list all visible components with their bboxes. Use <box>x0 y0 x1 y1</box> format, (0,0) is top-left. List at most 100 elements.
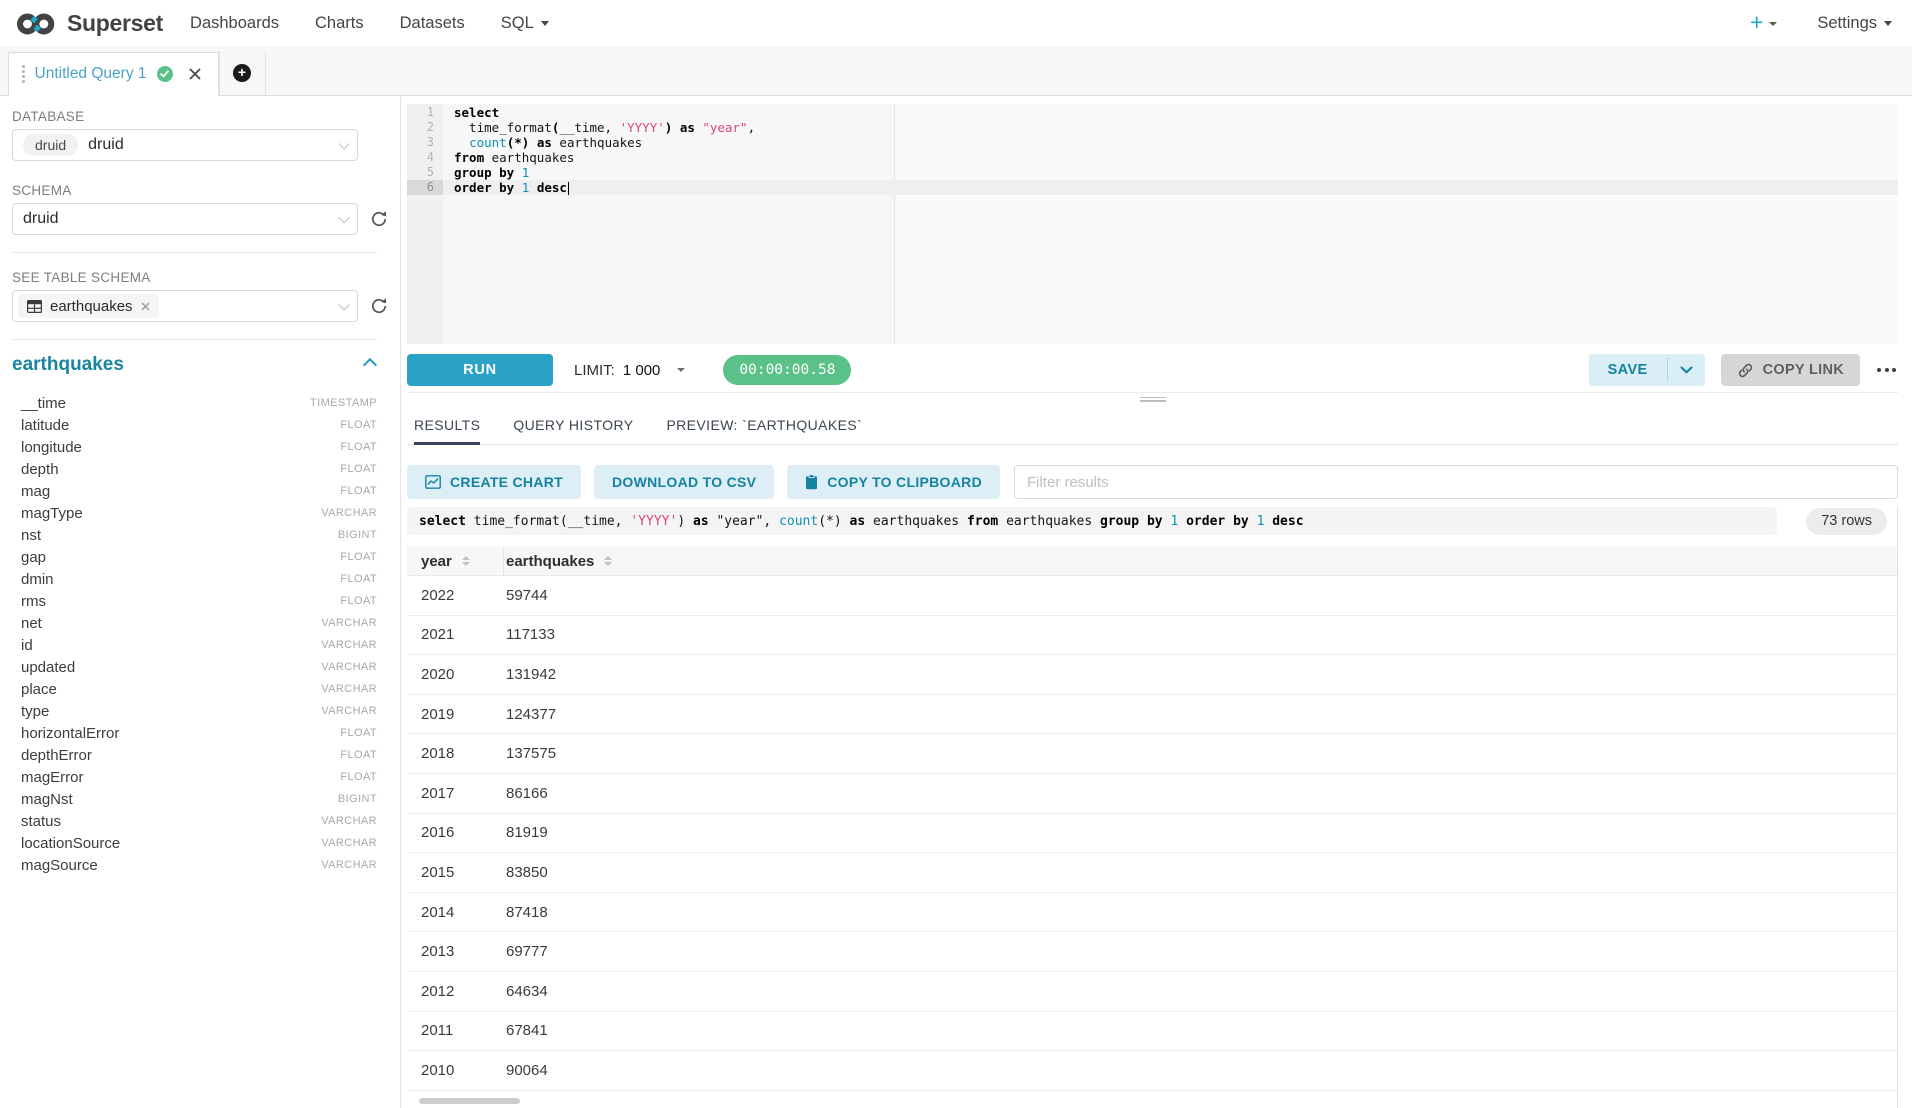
create-chart-button[interactable]: CREATE CHART <box>407 465 581 499</box>
cell-year: 2015 <box>407 864 504 881</box>
add-tab-button[interactable]: + <box>219 51 266 95</box>
column-name: __time <box>21 395 66 412</box>
top-navbar: Superset Dashboards Charts Datasets SQL … <box>0 0 1912 47</box>
nav-item-charts[interactable]: Charts <box>315 14 364 33</box>
nav-item-dashboards[interactable]: Dashboards <box>190 14 279 33</box>
database-label: DATABASE <box>12 109 377 124</box>
query-success-icon <box>157 66 173 82</box>
sql-code-editor[interactable]: 123456 select time_format(__time, 'YYYY'… <box>407 104 1898 344</box>
column-type: VARCHAR <box>321 815 377 827</box>
tab-preview-earthquakes[interactable]: PREVIEW: `EARTHQUAKES` <box>666 405 862 444</box>
column-type: FLOAT <box>340 595 377 607</box>
plus-icon: + <box>1750 11 1763 34</box>
cell-earthquakes: 137575 <box>504 745 556 762</box>
save-options-button[interactable] <box>1668 354 1705 386</box>
resize-handle[interactable] <box>407 393 1898 405</box>
column-type: FLOAT <box>340 485 377 497</box>
table-tag: earthquakes <box>18 294 159 318</box>
column-type: BIGINT <box>338 529 377 541</box>
line-number: 2 <box>407 120 443 135</box>
column-row: nst BIGINT <box>12 524 377 546</box>
drag-handle-icon[interactable] <box>22 65 25 83</box>
tab-label: Untitled Query 1 <box>35 65 147 83</box>
line-number: 3 <box>407 135 443 150</box>
column-type: TIMESTAMP <box>310 397 377 409</box>
close-tab-icon[interactable] <box>189 68 201 80</box>
limit-dropdown[interactable]: LIMIT: 1 000 <box>574 362 685 379</box>
tab-untitled-query-1[interactable]: Untitled Query 1 <box>8 52 219 96</box>
schema-select[interactable]: druid <box>12 203 358 235</box>
download-csv-button[interactable]: DOWNLOAD TO CSV <box>594 465 774 499</box>
column-type: FLOAT <box>340 463 377 475</box>
editor-code-area[interactable]: select time_format(__time, 'YYYY') as "y… <box>443 104 1898 344</box>
column-name: magNst <box>21 791 73 808</box>
sql-editor-pane: 123456 select time_format(__time, 'YYYY'… <box>401 96 1912 1108</box>
nav-item-sql[interactable]: SQL <box>501 14 549 33</box>
column-row: dminFLOAT <box>12 568 377 590</box>
column-row: idVARCHAR <box>12 634 377 656</box>
table-title: earthquakes <box>12 354 124 376</box>
column-name: nst <box>21 527 41 544</box>
cell-earthquakes: 124377 <box>504 706 556 723</box>
new-item-button[interactable]: + <box>1750 14 1777 34</box>
cell-earthquakes: 90064 <box>504 1062 548 1079</box>
column-header-year[interactable]: year <box>407 547 504 575</box>
nav-item-datasets[interactable]: Datasets <box>400 14 465 33</box>
chevron-down-icon <box>1769 22 1777 26</box>
table-select[interactable]: earthquakes <box>12 290 358 322</box>
table-row: 2019124377 <box>407 695 1897 735</box>
table-row: 2020131942 <box>407 655 1897 695</box>
results-container: select time_format(__time, 'YYYY') as "y… <box>407 507 1898 1108</box>
column-name: place <box>21 681 57 698</box>
table-icon <box>27 300 42 313</box>
column-type: VARCHAR <box>321 837 377 849</box>
tab-results[interactable]: RESULTS <box>414 405 480 444</box>
copy-clipboard-button[interactable]: COPY TO CLIPBOARD <box>787 465 1000 499</box>
column-row: longitudeFLOAT <box>12 436 377 458</box>
table-row: 2018137575 <box>407 734 1897 774</box>
column-row: depthFLOAT <box>12 458 377 480</box>
superset-logo[interactable]: Superset <box>14 10 163 37</box>
column-name: longitude <box>21 439 82 456</box>
column-header-earthquakes[interactable]: earthquakes <box>504 547 612 575</box>
collapse-table-icon[interactable] <box>363 358 377 372</box>
save-split-button: SAVE <box>1589 354 1705 386</box>
sort-icon <box>604 556 612 567</box>
refresh-schema-button[interactable] <box>369 209 389 229</box>
column-name: magSource <box>21 857 98 874</box>
code-line: group by 1 <box>443 165 1898 180</box>
schema-label: SCHEMA <box>12 183 377 198</box>
column-row: placeVARCHAR <box>12 678 377 700</box>
schema-sidebar: DATABASE druid druid SCHEMA druid SEE TA… <box>0 96 401 1108</box>
cell-year: 2018 <box>407 745 504 762</box>
line-number: 6 <box>407 180 443 195</box>
cell-earthquakes: 131942 <box>504 666 556 683</box>
line-number: 4 <box>407 150 443 165</box>
column-row: statusVARCHAR <box>12 810 377 832</box>
remove-table-icon[interactable] <box>141 302 150 311</box>
save-button[interactable]: SAVE <box>1589 354 1667 386</box>
filter-results-input[interactable] <box>1014 465 1898 499</box>
table-row: 201786166 <box>407 774 1897 814</box>
results-table-body: 2022597442021117133202013194220191243772… <box>407 576 1897 1091</box>
cell-year: 2020 <box>407 666 504 683</box>
column-name: latitude <box>21 417 69 434</box>
query-elapsed-badge: 00:00:00.58 <box>723 355 851 385</box>
link-icon <box>1737 362 1754 379</box>
horizontal-scrollbar[interactable] <box>419 1098 520 1104</box>
column-name: mag <box>21 483 50 500</box>
tab-query-history[interactable]: QUERY HISTORY <box>513 405 633 444</box>
settings-menu[interactable]: Settings <box>1817 14 1892 33</box>
more-actions-button[interactable] <box>1875 362 1898 378</box>
database-select[interactable]: druid druid <box>12 129 358 161</box>
run-button[interactable]: RUN <box>407 354 553 386</box>
refresh-tables-button[interactable] <box>369 296 389 316</box>
cell-earthquakes: 83850 <box>504 864 548 881</box>
column-name: gap <box>21 549 46 566</box>
clipboard-icon <box>805 474 818 490</box>
copy-link-button[interactable]: COPY LINK <box>1721 354 1860 386</box>
column-name: horizontalError <box>21 725 119 742</box>
column-type: FLOAT <box>340 749 377 761</box>
database-engine-pill: druid <box>23 134 78 156</box>
code-line: select <box>443 105 1898 120</box>
